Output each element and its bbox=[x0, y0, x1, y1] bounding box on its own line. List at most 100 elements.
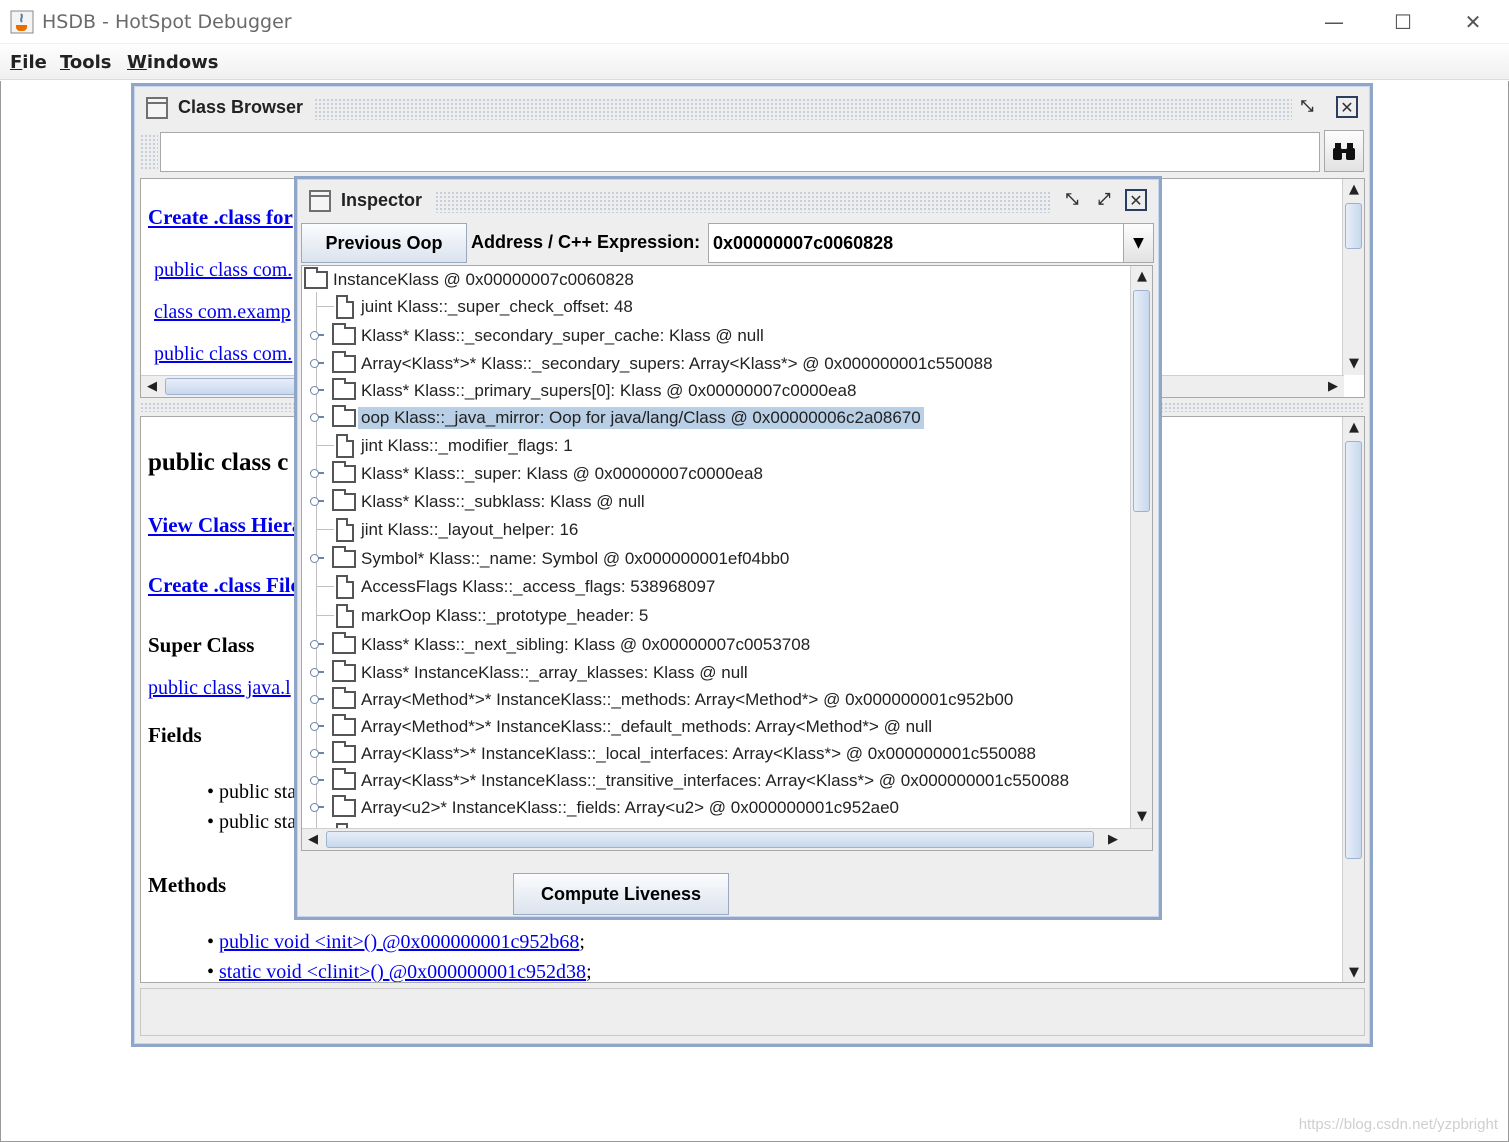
expand-handle-icon[interactable] bbox=[310, 359, 324, 368]
tree-root[interactable]: InstanceKlass @ 0x00000007c0060828 bbox=[302, 266, 1122, 293]
tree-node[interactable]: Klass* Klass::_next_sibling: Klass @ 0x0… bbox=[302, 631, 1122, 658]
expand-handle-icon[interactable] bbox=[310, 469, 324, 478]
class-link-1[interactable]: public class com. bbox=[154, 259, 292, 282]
address-value[interactable]: 0x00000007c0060828 bbox=[713, 233, 893, 254]
folder-icon bbox=[332, 378, 356, 400]
tree-node[interactable]: Array<Klass*>* Klass::_secondary_supers:… bbox=[302, 350, 1122, 377]
tree-node[interactable]: Klass* Klass::_super: Klass @ 0x00000007… bbox=[302, 460, 1122, 487]
inspector-title: Inspector bbox=[341, 190, 423, 210]
scroll-thumb[interactable] bbox=[1345, 203, 1362, 249]
close-icon[interactable]: ✕ bbox=[1336, 96, 1358, 118]
scroll-up-icon[interactable]: ▲ bbox=[1343, 417, 1364, 439]
expand-handle-icon[interactable] bbox=[310, 803, 324, 812]
tree-node-label: Klass* Klass::_primary_supers[0]: Klass … bbox=[361, 381, 857, 400]
iconify-icon[interactable]: ⤡ bbox=[1061, 189, 1083, 211]
binoculars-icon bbox=[1333, 143, 1355, 160]
expand-handle-icon[interactable] bbox=[310, 668, 324, 677]
tree-node[interactable]: AccessFlags Klass::_access_flags: 538968… bbox=[302, 573, 1122, 600]
tree-connector bbox=[316, 615, 334, 616]
tree-node[interactable]: jint Klass::_modifier_flags: 1 bbox=[302, 432, 1122, 459]
compute-liveness-button[interactable]: Compute Liveness bbox=[513, 873, 729, 915]
bottom-vertical-scrollbar[interactable]: ▲ ▼ bbox=[1342, 417, 1364, 982]
scroll-down-icon[interactable]: ▼ bbox=[1343, 962, 1364, 982]
expand-handle-icon[interactable] bbox=[310, 722, 324, 731]
menu-tools[interactable]: Tools bbox=[60, 52, 112, 73]
close-button[interactable]: ✕ bbox=[1453, 8, 1493, 36]
minimize-button[interactable]: — bbox=[1314, 8, 1354, 36]
expand-handle-icon[interactable] bbox=[310, 331, 324, 340]
close-icon[interactable]: ✕ bbox=[1125, 189, 1147, 211]
top-vertical-scrollbar[interactable]: ▲ ▼ bbox=[1342, 179, 1364, 375]
scroll-thumb[interactable] bbox=[1133, 290, 1150, 512]
expand-handle-icon[interactable] bbox=[310, 413, 324, 422]
tree-connector bbox=[316, 445, 334, 446]
method-link-clinit[interactable]: static void <clinit>() @0x000000001c952d… bbox=[219, 961, 586, 982]
scroll-left-icon[interactable]: ◀ bbox=[141, 376, 163, 397]
menu-file[interactable]: File bbox=[10, 52, 47, 73]
tree-node[interactable]: Array<Method*>* InstanceKlass::_methods:… bbox=[302, 686, 1122, 713]
scroll-down-icon[interactable]: ▼ bbox=[1131, 806, 1152, 828]
expand-handle-icon[interactable] bbox=[310, 749, 324, 758]
class-search-input[interactable] bbox=[160, 132, 1320, 172]
expand-handle-icon[interactable] bbox=[310, 776, 324, 785]
hscroll-thumb[interactable] bbox=[326, 831, 1094, 848]
scroll-right-icon[interactable]: ▶ bbox=[1102, 829, 1124, 850]
class-link-3[interactable]: public class com. bbox=[154, 343, 292, 366]
tree-node[interactable]: Klass* Klass::_primary_supers[0]: Klass … bbox=[302, 377, 1122, 404]
class-browser-title-bar[interactable]: Class Browser ⤡ ✕ bbox=[138, 90, 1366, 126]
previous-oop-button[interactable]: Previous Oop bbox=[301, 223, 467, 263]
tree-node[interactable]: Symbol* Klass::_name: Symbol @ 0x0000000… bbox=[302, 545, 1122, 572]
tree-node-label: Array<u2>* InstanceKlass::_fields: Array… bbox=[361, 798, 900, 817]
tree-connector bbox=[316, 306, 334, 307]
tree-node-label: Symbol* Klass::_name: Symbol @ 0x0000000… bbox=[361, 549, 790, 568]
tree-node[interactable]: Klass* Klass::_secondary_super_cache: Kl… bbox=[302, 322, 1122, 349]
scroll-up-icon[interactable]: ▲ bbox=[1131, 266, 1152, 288]
scroll-thumb[interactable] bbox=[1345, 441, 1362, 859]
maximize-icon[interactable]: ⤢ bbox=[1093, 189, 1115, 211]
maximize-button[interactable]: ☐ bbox=[1383, 8, 1423, 36]
tree-node[interactable]: Array<Method*>* InstanceKlass::_default_… bbox=[302, 713, 1122, 740]
tree-horizontal-scrollbar[interactable]: ◀ ▶ bbox=[302, 828, 1152, 850]
class-link-2[interactable]: class com.examp bbox=[154, 301, 291, 324]
tree-node[interactable]: Array<Klass*>* InstanceKlass::_transitiv… bbox=[302, 767, 1122, 794]
view-class-hierarchy-link[interactable]: View Class Hiera bbox=[148, 513, 302, 538]
tree-node[interactable]: markOop Klass::_prototype_header: 5 bbox=[302, 602, 1122, 629]
method-link-init[interactable]: public void <init>() @0x000000001c952b68 bbox=[219, 931, 579, 953]
scroll-right-icon[interactable]: ▶ bbox=[1322, 376, 1344, 397]
chevron-down-icon[interactable]: ▼ bbox=[1123, 224, 1153, 262]
folder-icon bbox=[332, 768, 356, 790]
tree-node[interactable]: Array<u2>* InstanceKlass::_fields: Array… bbox=[302, 794, 1122, 821]
tree-node[interactable]: juint Klass::_super_check_offset: 48 bbox=[302, 293, 1122, 320]
scroll-down-icon[interactable]: ▼ bbox=[1343, 353, 1364, 375]
menu-windows[interactable]: Windows bbox=[127, 52, 218, 73]
tree-node[interactable]: Klass* InstanceKlass::_array_klasses: Kl… bbox=[302, 659, 1122, 686]
folder-icon bbox=[332, 795, 356, 817]
expand-handle-icon[interactable] bbox=[310, 497, 324, 506]
tree-node[interactable]: jint Klass::_layout_helper: 16 bbox=[302, 516, 1122, 543]
tree-node-label: Array<Method*>* InstanceKlass::_methods:… bbox=[361, 690, 1014, 709]
scroll-left-icon[interactable]: ◀ bbox=[302, 829, 324, 850]
folder-icon bbox=[332, 405, 356, 427]
expand-handle-icon[interactable] bbox=[310, 386, 324, 395]
address-expression-combo[interactable]: 0x00000007c0060828 ▼ bbox=[708, 223, 1154, 263]
create-class-for-link[interactable]: Create .class for bbox=[148, 205, 293, 230]
expand-handle-icon[interactable] bbox=[310, 695, 324, 704]
scroll-up-icon[interactable]: ▲ bbox=[1343, 179, 1364, 201]
window-title: HSDB - HotSpot Debugger bbox=[42, 11, 292, 33]
expand-handle-icon[interactable] bbox=[310, 640, 324, 649]
tree-node[interactable]: oop Klass::_java_mirror: Oop for java/la… bbox=[302, 404, 1122, 431]
create-class-file-link[interactable]: Create .class File bbox=[148, 573, 300, 598]
binoculars-search-button[interactable] bbox=[1324, 130, 1364, 172]
inspector-title-bar[interactable]: Inspector ⤡ ⤢ ✕ bbox=[301, 183, 1155, 219]
hscroll-thumb[interactable] bbox=[165, 378, 315, 395]
folder-open-icon bbox=[304, 267, 328, 289]
super-class-link[interactable]: public class java.l bbox=[148, 677, 291, 700]
folder-icon bbox=[332, 546, 356, 568]
tree-node-label: jint Klass::_layout_helper: 16 bbox=[361, 520, 579, 539]
tree-node[interactable]: Klass* Klass::_subklass: Klass @ null bbox=[302, 488, 1122, 515]
iconify-icon[interactable]: ⤡ bbox=[1296, 96, 1318, 118]
tree-node[interactable]: Array<Klass*>* InstanceKlass::_local_int… bbox=[302, 740, 1122, 767]
expand-handle-icon[interactable] bbox=[310, 554, 324, 563]
address-label: Address / C++ Expression: bbox=[471, 232, 701, 252]
tree-vertical-scrollbar[interactable]: ▲ ▼ bbox=[1130, 266, 1152, 828]
